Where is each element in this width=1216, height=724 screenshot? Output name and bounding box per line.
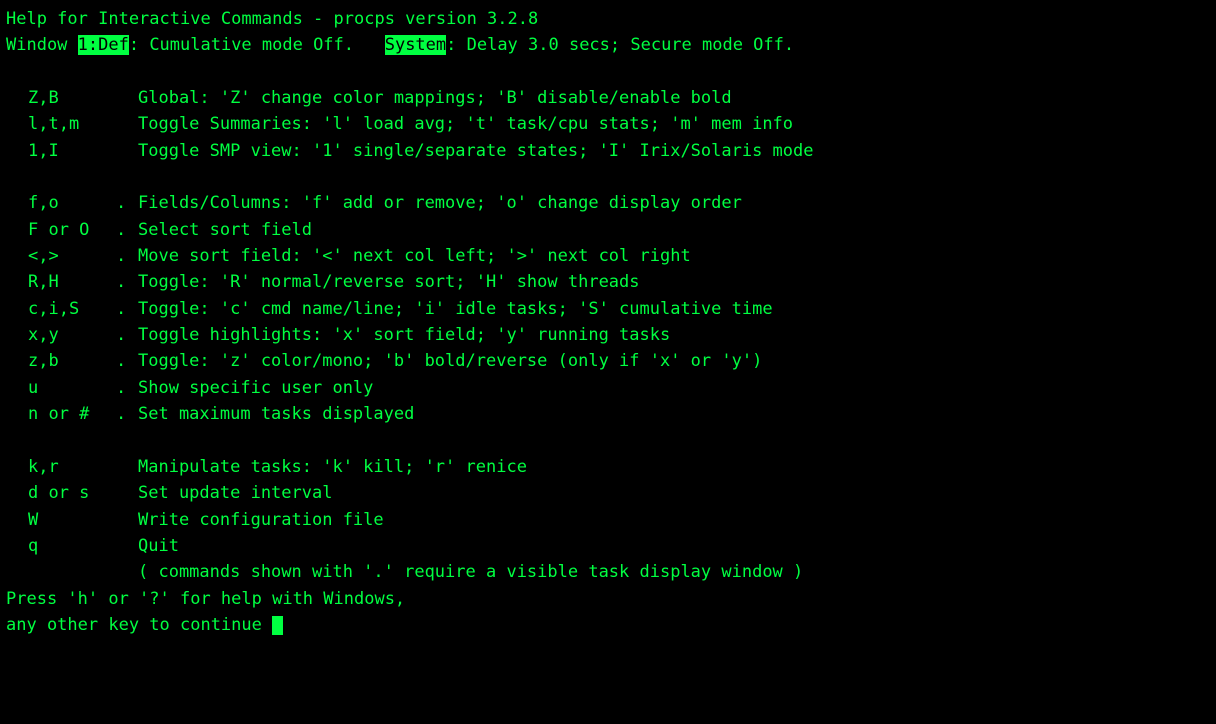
help-mark <box>116 480 138 506</box>
spacer <box>6 59 1210 85</box>
help-desc: Fields/Columns: 'f' add or remove; 'o' c… <box>138 190 742 216</box>
help-keys: d or s <box>28 480 116 506</box>
help-desc: Global: 'Z' change color mappings; 'B' d… <box>138 85 732 111</box>
help-item: l,t,m Toggle Summaries: 'l' load avg; 't… <box>6 111 1210 137</box>
system-suffix: : Delay 3.0 secs; Secure mode Off. <box>446 35 794 55</box>
help-desc: Toggle: 'z' color/mono; 'b' bold/reverse… <box>138 348 762 374</box>
help-mark <box>116 507 138 533</box>
help-keys: R,H <box>28 269 116 295</box>
help-desc: Toggle: 'c' cmd name/line; 'i' idle task… <box>138 296 773 322</box>
footer-line2[interactable]: any other key to continue <box>6 612 1210 638</box>
help-keys: Z,B <box>28 85 116 111</box>
help-item: n or #.Set maximum tasks displayed <box>6 401 1210 427</box>
help-item: Z,B Global: 'Z' change color mappings; '… <box>6 85 1210 111</box>
help-mark <box>116 454 138 480</box>
cursor-icon <box>272 616 283 635</box>
help-item: f,o.Fields/Columns: 'f' add or remove; '… <box>6 190 1210 216</box>
help-item: d or s Set update interval <box>6 480 1210 506</box>
help-mark: . <box>116 322 138 348</box>
spacer <box>6 164 1210 190</box>
help-mark: . <box>116 296 138 322</box>
help-item: q Quit <box>6 533 1210 559</box>
spacer <box>6 428 1210 454</box>
help-mark: . <box>116 375 138 401</box>
footer-line1: Press 'h' or '?' for help with Windows, <box>6 586 1210 612</box>
help-desc: Show specific user only <box>138 375 373 401</box>
prompt-text: any other key to continue <box>6 615 272 635</box>
help-desc: Toggle Summaries: 'l' load avg; 't' task… <box>138 111 793 137</box>
help-mark <box>116 533 138 559</box>
window-prefix: Window <box>6 35 78 55</box>
window-badge: 1:Def <box>78 35 129 55</box>
help-item: x,y.Toggle highlights: 'x' sort field; '… <box>6 322 1210 348</box>
help-desc: Quit <box>138 533 179 559</box>
help-desc: Set maximum tasks displayed <box>138 401 414 427</box>
window-suffix: : Cumulative mode Off. <box>129 35 385 55</box>
help-item: <,>.Move sort field: '<' next col left; … <box>6 243 1210 269</box>
system-badge: System <box>385 35 446 55</box>
help-item: z,b.Toggle: 'z' color/mono; 'b' bold/rev… <box>6 348 1210 374</box>
help-keys: f,o <box>28 190 116 216</box>
footnote: ( commands shown with '.' require a visi… <box>6 559 1210 585</box>
help-mark: . <box>116 348 138 374</box>
help-item: c,i,S.Toggle: 'c' cmd name/line; 'i' idl… <box>6 296 1210 322</box>
help-keys: k,r <box>28 454 116 480</box>
help-keys: q <box>28 533 116 559</box>
help-mark: . <box>116 190 138 216</box>
help-desc: Toggle highlights: 'x' sort field; 'y' r… <box>138 322 670 348</box>
help-mark <box>116 85 138 111</box>
help-desc: Move sort field: '<' next col left; '>' … <box>138 243 691 269</box>
help-keys: F or O <box>28 217 116 243</box>
help-desc: Select sort field <box>138 217 312 243</box>
help-mark: . <box>116 243 138 269</box>
help-desc: Set update interval <box>138 480 332 506</box>
help-keys: u <box>28 375 116 401</box>
help-item: W Write configuration file <box>6 507 1210 533</box>
help-mark: . <box>116 269 138 295</box>
help-title: Help for Interactive Commands - procps v… <box>6 6 1210 32</box>
help-item: R,H.Toggle: 'R' normal/reverse sort; 'H'… <box>6 269 1210 295</box>
help-keys: <,> <box>28 243 116 269</box>
help-keys: l,t,m <box>28 111 116 137</box>
help-keys: x,y <box>28 322 116 348</box>
help-mark: . <box>116 217 138 243</box>
help-mark: . <box>116 401 138 427</box>
help-keys: c,i,S <box>28 296 116 322</box>
help-keys: 1,I <box>28 138 116 164</box>
help-desc: Toggle SMP view: '1' single/separate sta… <box>138 138 814 164</box>
help-keys: W <box>28 507 116 533</box>
help-item: F or O.Select sort field <box>6 217 1210 243</box>
help-mark <box>116 138 138 164</box>
help-item: 1,I Toggle SMP view: '1' single/separate… <box>6 138 1210 164</box>
help-keys: n or # <box>28 401 116 427</box>
help-desc: Toggle: 'R' normal/reverse sort; 'H' sho… <box>138 269 640 295</box>
help-mark <box>116 111 138 137</box>
help-item: k,r Manipulate tasks: 'k' kill; 'r' reni… <box>6 454 1210 480</box>
help-desc: Manipulate tasks: 'k' kill; 'r' renice <box>138 454 527 480</box>
help-item: u.Show specific user only <box>6 375 1210 401</box>
status-line: Window 1:Def: Cumulative mode Off. Syste… <box>6 32 1210 58</box>
help-keys: z,b <box>28 348 116 374</box>
help-desc: Write configuration file <box>138 507 384 533</box>
